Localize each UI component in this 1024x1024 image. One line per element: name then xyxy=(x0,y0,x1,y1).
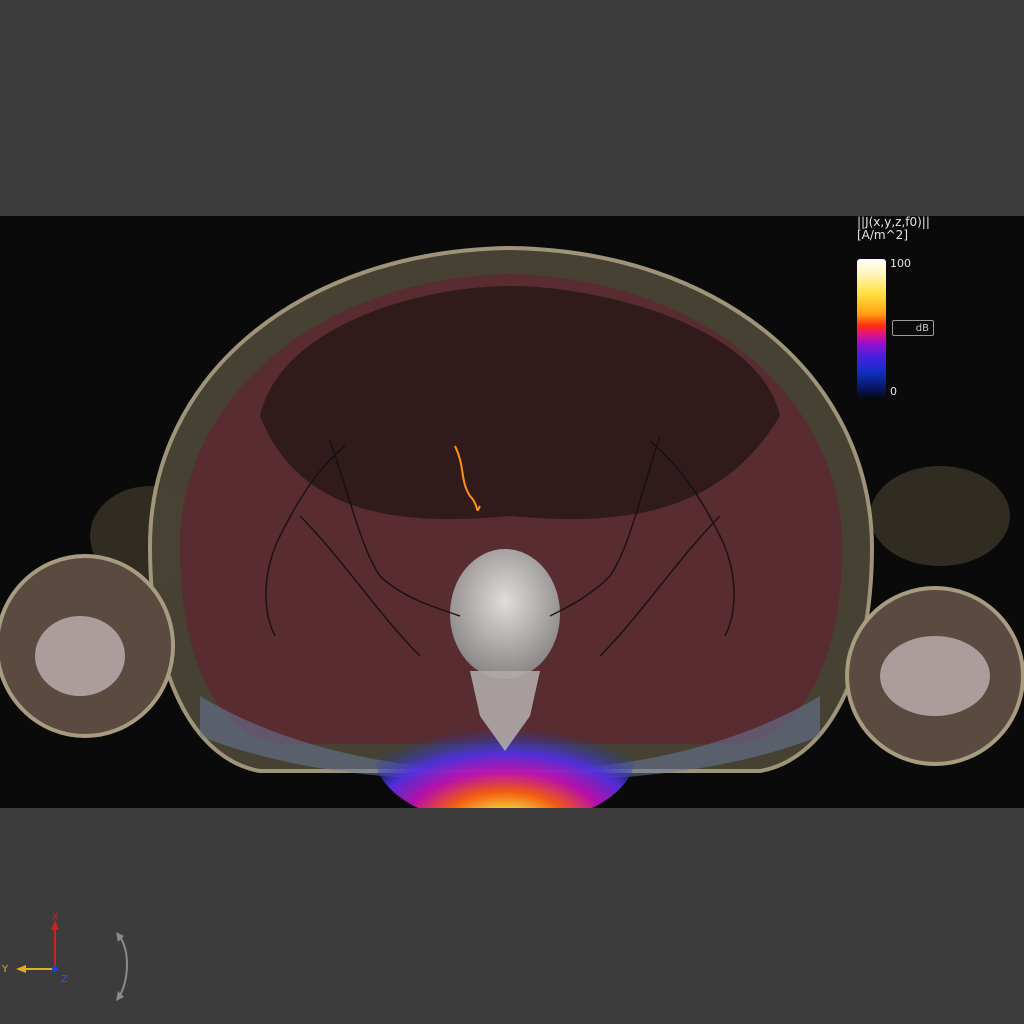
legend-max-label: 100 xyxy=(890,257,911,270)
left-arm-bone xyxy=(35,616,125,696)
db-scale-toggle[interactable]: dB xyxy=(892,320,934,336)
x-axis-label: X xyxy=(52,912,59,923)
legend-title-line2: [A/m^2] xyxy=(857,228,908,242)
right-shoulder-shadow xyxy=(870,466,1010,566)
rotate-arc-icon xyxy=(117,933,128,1000)
z-axis-label: Z xyxy=(61,974,68,985)
legend-min-label: 0 xyxy=(890,385,897,398)
color-scale-bar xyxy=(857,259,886,397)
legend-title-line1: ||J(x,y,z,f0)|| xyxy=(857,215,930,229)
right-arm-bone xyxy=(880,636,990,716)
vertebra-body xyxy=(450,549,560,679)
y-axis-label: Y xyxy=(1,964,9,975)
orientation-axes: X Y Z xyxy=(1,912,128,1001)
legend-title: ||J(x,y,z,f0)|| [A/m^2] xyxy=(857,216,930,242)
